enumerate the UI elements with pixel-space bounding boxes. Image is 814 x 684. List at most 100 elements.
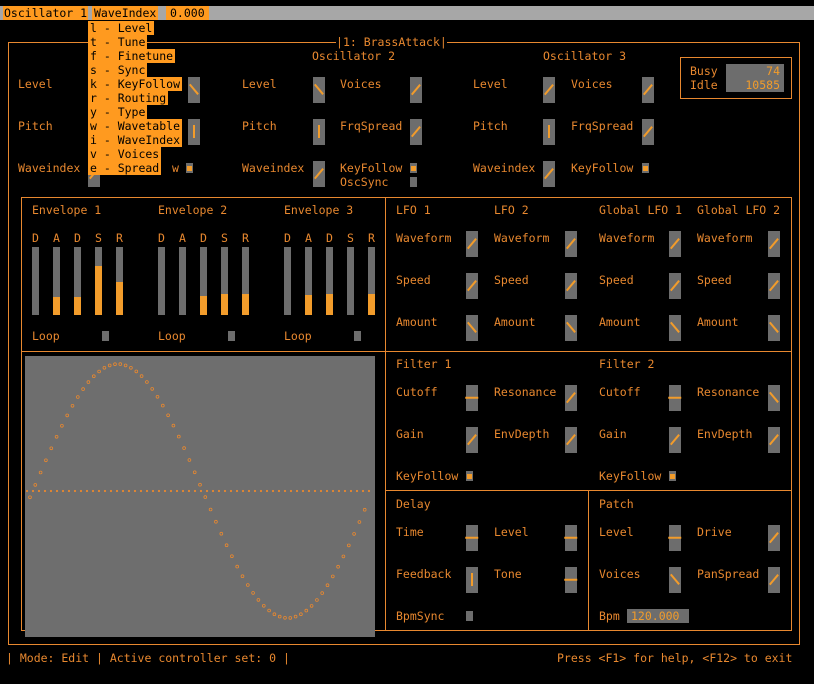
glfo1-amount-knob[interactable] xyxy=(669,315,681,341)
delay-time-knob[interactable] xyxy=(465,525,479,551)
oscilloscope xyxy=(25,356,375,637)
menu-item-sync[interactable]: s - Sync xyxy=(88,63,192,77)
env1-stage-label: R xyxy=(116,231,123,245)
env1-stage-slider[interactable] xyxy=(74,247,81,315)
divider-delay-patch xyxy=(588,490,589,631)
menu-item-type[interactable]: y - Type xyxy=(88,105,192,119)
env3-stage-slider[interactable] xyxy=(326,247,333,315)
lfo2-amount-knob[interactable] xyxy=(565,315,577,341)
osc2-title: Oscillator 2 xyxy=(312,49,396,63)
env2-stage-slider[interactable] xyxy=(179,247,186,315)
filter2-envdepth-label: EnvDepth xyxy=(697,427,753,441)
env3-loop-toggle[interactable] xyxy=(354,331,361,341)
menu-item-spread[interactable]: e - Spread xyxy=(88,161,192,175)
osc2-waveindex-knob[interactable] xyxy=(313,161,325,187)
glfo1-waveform-knob[interactable] xyxy=(669,231,681,257)
waveindex-menu[interactable]: l - Level t - Tune f - Finetune s - Sync… xyxy=(88,21,192,175)
env3-stage-label: D xyxy=(284,231,291,245)
filter1-gain-knob[interactable] xyxy=(466,427,478,453)
titlebar-oscillator-label[interactable]: Oscillator 1 xyxy=(3,6,89,20)
patch-level-knob[interactable] xyxy=(668,525,682,551)
menu-item-keyfollow[interactable]: k - KeyFollow xyxy=(88,77,192,91)
patch-panspread-knob[interactable] xyxy=(768,567,780,593)
env2-stage-slider[interactable] xyxy=(158,247,165,315)
osc2-voices-knob[interactable] xyxy=(410,77,422,103)
filter2-envdepth-knob[interactable] xyxy=(768,427,780,453)
menu-item-tune[interactable]: t - Tune xyxy=(88,35,192,49)
filter2-cutoff-knob[interactable] xyxy=(668,385,682,411)
osc3-frqspread-knob[interactable] xyxy=(642,119,654,145)
filter1-cutoff-knob[interactable] xyxy=(465,385,479,411)
lfo2-speed-knob[interactable] xyxy=(565,273,577,299)
delay-bpmsync-label: BpmSync xyxy=(396,609,445,623)
menu-item-wavetable[interactable]: w - Wavetable xyxy=(88,119,192,133)
env3-stage-label: A xyxy=(305,231,312,245)
menu-item-finetune[interactable]: f - Finetune xyxy=(88,49,192,63)
env1-stage-slider[interactable] xyxy=(32,247,39,315)
busy-label: Busy xyxy=(690,64,718,78)
filter1-gain-label: Gain xyxy=(396,427,424,441)
lfo1-amount-knob[interactable] xyxy=(466,315,478,341)
patch-bpm-label: Bpm xyxy=(599,609,620,623)
delay-feedback-knob[interactable] xyxy=(466,567,478,593)
env2-loop-toggle[interactable] xyxy=(228,331,235,341)
filter1-keyfollow-toggle[interactable] xyxy=(466,471,473,481)
osc2-keyfollow-toggle[interactable] xyxy=(410,163,417,173)
patch-panspread-label: PanSpread xyxy=(697,567,760,581)
osc3-waveindex-knob[interactable] xyxy=(543,161,555,187)
delay-bpmsync-toggle[interactable] xyxy=(466,611,473,621)
delay-tone-knob[interactable] xyxy=(564,567,578,593)
lfo1-speed-knob[interactable] xyxy=(466,273,478,299)
glfo2-waveform-knob[interactable] xyxy=(768,231,780,257)
lfo1-waveform-knob[interactable] xyxy=(466,231,478,257)
footer-status: | Mode: Edit | Active controller set: 0 … xyxy=(6,651,290,665)
menu-item-waveindex[interactable]: i - WaveIndex xyxy=(88,133,192,147)
osc2-pitch-knob[interactable] xyxy=(313,119,325,145)
osc3-voices-knob[interactable] xyxy=(642,77,654,103)
osc3-pitch-knob[interactable] xyxy=(543,119,555,145)
osc3-level-knob[interactable] xyxy=(543,77,555,103)
env3-stage-slider[interactable] xyxy=(347,247,354,315)
env1-loop-toggle[interactable] xyxy=(102,331,109,341)
env3-stage-slider[interactable] xyxy=(305,247,312,315)
menu-item-voices[interactable]: v - Voices xyxy=(88,147,192,161)
filter1-resonance-knob[interactable] xyxy=(565,385,577,411)
lfo2-waveform-knob[interactable] xyxy=(565,231,577,257)
menu-item-routing[interactable]: r - Routing xyxy=(88,91,192,105)
env2-stage-label: A xyxy=(179,231,186,245)
menu-item-level[interactable]: l - Level xyxy=(88,21,192,35)
env3-stage-label: R xyxy=(368,231,375,245)
osc2-oscsync-toggle[interactable] xyxy=(410,177,417,187)
glfo2-speed-knob[interactable] xyxy=(768,273,780,299)
osc3-keyfollow-label: KeyFollow xyxy=(571,161,634,175)
osc2-level-knob[interactable] xyxy=(313,77,325,103)
osc1-waveindex-label: Waveindex xyxy=(18,161,81,175)
env1-stage-label: A xyxy=(53,231,60,245)
osc2-frqspread-knob[interactable] xyxy=(410,119,422,145)
filter1-envdepth-knob[interactable] xyxy=(565,427,577,453)
titlebar-active-param[interactable]: WaveIndex xyxy=(92,6,159,20)
env2-stage-slider[interactable] xyxy=(221,247,228,315)
glfo1-speed-knob[interactable] xyxy=(669,273,681,299)
patch-bpm-field[interactable]: 120.000 xyxy=(627,609,689,623)
patch-drive-knob[interactable] xyxy=(768,525,780,551)
osc3-keyfollow-toggle[interactable] xyxy=(642,163,649,173)
delay-level-knob[interactable] xyxy=(564,525,578,551)
filter2-gain-knob[interactable] xyxy=(669,427,681,453)
patch-voices-knob[interactable] xyxy=(669,567,681,593)
filter2-keyfollow-toggle[interactable] xyxy=(669,471,676,481)
env3-stage-slider[interactable] xyxy=(284,247,291,315)
lfo1-title: LFO 1 xyxy=(396,203,431,217)
env2-stage-slider[interactable] xyxy=(242,247,249,315)
osc2-pitch-label: Pitch xyxy=(242,119,277,133)
env2-stage-slider[interactable] xyxy=(200,247,207,315)
glfo2-amount-knob[interactable] xyxy=(768,315,780,341)
lfo2-speed-label: Speed xyxy=(494,273,529,287)
env1-stage-slider[interactable] xyxy=(53,247,60,315)
env3-stage-slider[interactable] xyxy=(368,247,375,315)
env1-stage-slider[interactable] xyxy=(95,247,102,315)
env1-stage-slider[interactable] xyxy=(116,247,123,315)
env2-stage-label: D xyxy=(200,231,207,245)
env3-loop-label: Loop xyxy=(284,329,312,343)
filter2-resonance-knob[interactable] xyxy=(768,385,780,411)
